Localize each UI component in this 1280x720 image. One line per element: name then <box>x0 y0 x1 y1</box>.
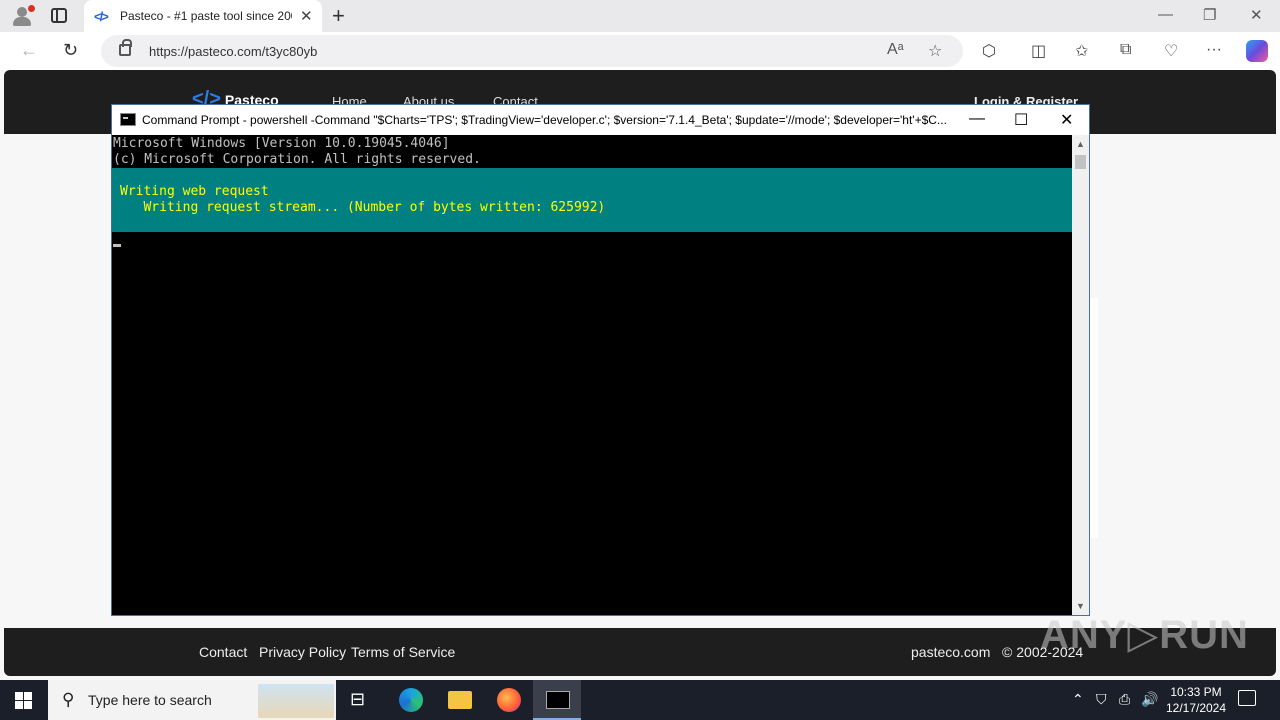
taskbar-clock[interactable]: 10:33 PM 12/17/2024 <box>1160 684 1232 716</box>
tray-security-icon[interactable]: ⛉ <box>1096 691 1107 708</box>
address-url[interactable]: https://pasteco.com/t3yc80yb <box>149 44 317 59</box>
favorite-star-icon[interactable]: ☆ <box>928 41 942 61</box>
tray-overflow-icon[interactable]: ⌃ <box>1072 691 1084 708</box>
extensions-icon[interactable]: ⬡ <box>982 41 996 61</box>
task-view-icon: ⊟ <box>350 689 366 709</box>
footer-privacy-link[interactable]: Privacy Policy <box>259 644 346 660</box>
progress-title: Writing web request <box>120 184 269 199</box>
taskbar-edge[interactable] <box>386 680 434 720</box>
copilot-icon[interactable] <box>1246 40 1268 62</box>
tab-close-icon[interactable]: ✕ <box>300 7 313 25</box>
search-placeholder: Type here to search <box>88 692 212 708</box>
read-aloud-icon[interactable]: Aᵃ <box>887 41 904 59</box>
browser-close-icon[interactable]: ✕ <box>1250 6 1263 24</box>
scroll-down-icon[interactable]: ▼ <box>1076 601 1085 611</box>
browser-restore-icon[interactable]: ❐ <box>1203 6 1216 24</box>
powershell-progress-box: Writing web request Writing request stre… <box>112 168 1072 232</box>
cmd-close-icon[interactable]: ✕ <box>1060 110 1073 130</box>
cmd-copyright-line: (c) Microsoft Corporation. All rights re… <box>113 152 481 167</box>
reload-icon[interactable]: ↻ <box>63 40 78 61</box>
search-highlight-image <box>258 684 334 718</box>
collections-icon[interactable]: ⧉ <box>1120 41 1131 59</box>
cmd-scrollbar[interactable]: ▲ ▼ <box>1072 135 1089 615</box>
cmd-maximize-icon[interactable]: ☐ <box>1014 110 1028 130</box>
browser-health-icon[interactable]: ♡ <box>1164 41 1178 61</box>
console-cursor <box>113 244 121 247</box>
cmd-minimize-icon[interactable]: — <box>969 110 985 128</box>
more-options-icon[interactable]: ··· <box>1206 41 1222 59</box>
tab-title: Pasteco - #1 paste tool since 2002 <box>120 9 292 23</box>
taskbar-firefox[interactable] <box>484 680 532 720</box>
browser-tab-strip: </> Pasteco - #1 paste tool since 2002 ✕… <box>0 0 1280 32</box>
cmd-icon <box>546 691 570 709</box>
clock-time: 10:33 PM <box>1170 685 1222 699</box>
cmd-version-line: Microsoft Windows [Version 10.0.19045.40… <box>113 136 450 151</box>
firefox-icon <box>497 688 521 712</box>
progress-detail: Writing request stream... (Number of byt… <box>120 200 606 215</box>
browser-tab-pasteco[interactable]: </> Pasteco - #1 paste tool since 2002 ✕ <box>84 0 322 32</box>
profile-avatar-icon[interactable] <box>10 5 35 27</box>
footer-terms-link[interactable]: Terms of Service <box>351 644 455 660</box>
taskbar-file-explorer[interactable] <box>435 680 483 720</box>
windows-start-icon[interactable] <box>15 692 32 709</box>
folder-icon <box>448 691 472 709</box>
split-screen-icon[interactable]: ◫ <box>1031 41 1046 61</box>
command-prompt-window[interactable]: Command Prompt - powershell -Command "$C… <box>111 104 1090 616</box>
search-icon: ⚲ <box>62 690 75 709</box>
clock-date: 12/17/2024 <box>1165 701 1227 715</box>
footer-contact-link[interactable]: Contact <box>199 644 247 660</box>
taskbar-search-box[interactable]: ⚲ Type here to search <box>48 680 336 720</box>
new-tab-icon[interactable]: + <box>332 3 345 29</box>
tray-network-icon[interactable]: ⎙ <box>1119 691 1130 708</box>
browser-toolbar: ← ↻ https://pasteco.com/t3yc80yb Aᵃ ☆ ⬡ … <box>0 32 1280 70</box>
edge-icon <box>399 688 423 712</box>
scroll-thumb[interactable] <box>1075 155 1086 169</box>
lock-icon[interactable] <box>119 39 132 56</box>
back-arrow-icon[interactable]: ← <box>20 40 38 61</box>
browser-minimize-icon[interactable]: — <box>1158 6 1173 23</box>
taskbar-command-prompt[interactable] <box>533 680 581 720</box>
cmd-window-title: Command Prompt - powershell -Command "$C… <box>142 113 947 127</box>
scroll-up-icon[interactable]: ▲ <box>1076 139 1085 149</box>
anyrun-watermark: ANY▷RUN <box>1040 613 1249 657</box>
task-view-button[interactable]: ⊟ <box>336 680 384 720</box>
pasteco-favicon-icon: </> <box>94 9 109 24</box>
windows-taskbar: ⚲ Type here to search ⊟ ⌃ ⛉ ⎙ 🔊 10:33 PM… <box>0 680 1280 720</box>
notification-center-icon[interactable] <box>1238 690 1256 706</box>
tray-volume-icon[interactable]: 🔊 <box>1141 691 1158 708</box>
favorites-icon[interactable]: ✩ <box>1075 41 1088 61</box>
cmd-window-icon <box>120 113 136 126</box>
cmd-titlebar[interactable]: Command Prompt - powershell -Command "$C… <box>112 105 1089 135</box>
address-bar[interactable]: https://pasteco.com/t3yc80yb Aᵃ ☆ <box>101 35 963 67</box>
tab-actions-icon[interactable] <box>51 8 67 23</box>
